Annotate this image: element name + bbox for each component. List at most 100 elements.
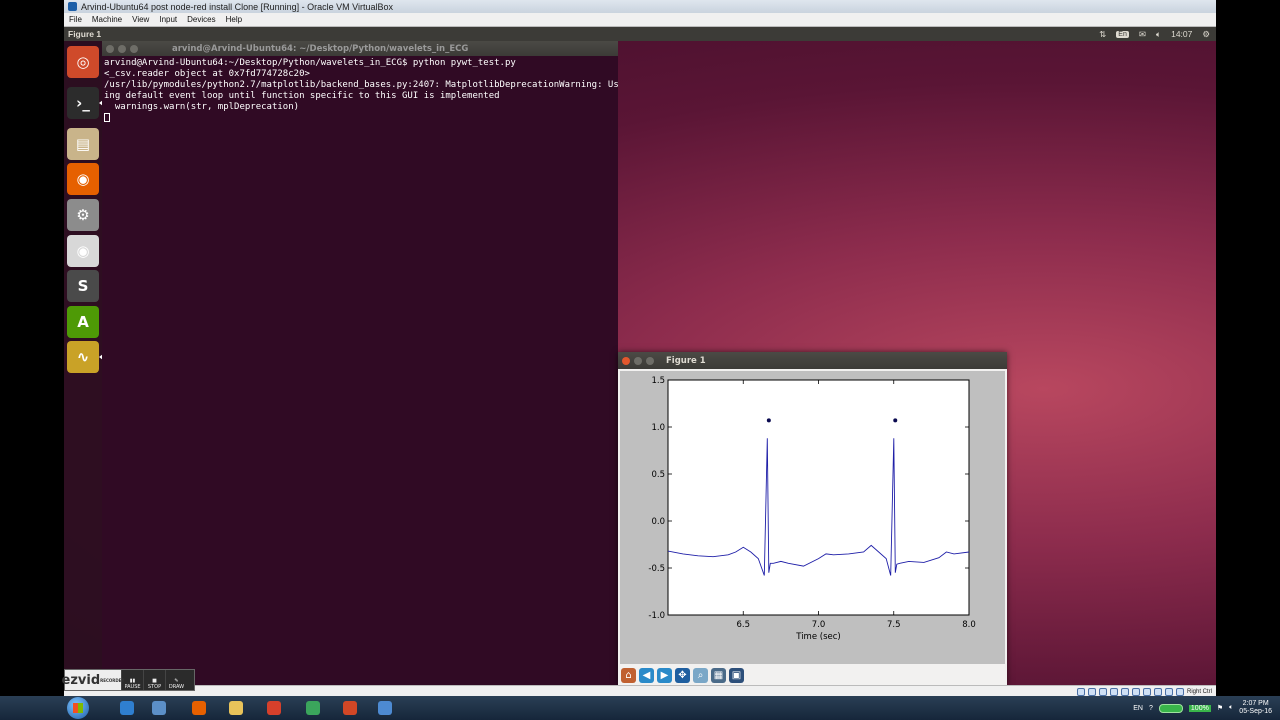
pan-icon[interactable]: ✥ [675, 667, 690, 683]
menu-file[interactable]: File [64, 15, 87, 24]
optical-status-icon[interactable] [1087, 687, 1096, 696]
dvd-icon[interactable]: ◉ [67, 235, 99, 267]
close-icon[interactable] [106, 44, 114, 53]
y-tick-label: 0.0 [651, 517, 665, 527]
minimize-icon[interactable] [118, 44, 126, 53]
terminal-line: /usr/lib/pymodules/python2.7/matplotlib/… [104, 80, 619, 90]
vlc-icon[interactable] [260, 698, 288, 718]
usb-status-icon[interactable] [1120, 687, 1129, 696]
hdd-status-icon[interactable] [1076, 687, 1085, 696]
ezvid-draw-button[interactable]: ✎ DRAW [165, 670, 187, 690]
minimize-icon[interactable] [634, 356, 642, 365]
windows-logo-icon [73, 703, 83, 713]
software-updater-icon[interactable]: A [67, 306, 99, 338]
y-tick-label: -1.0 [648, 611, 665, 621]
capture-status-icon[interactable] [1153, 687, 1162, 696]
menu-input[interactable]: Input [154, 15, 182, 24]
terminal-line: <_csv.reader object at 0x7fd774728c20> [104, 69, 310, 79]
terminal-line: ing default event loop until function sp… [104, 91, 500, 101]
ezvid-pause-button[interactable]: ▮▮ PAUSE [121, 670, 143, 690]
volume-icon[interactable]: 🔈︎ [1229, 704, 1233, 712]
system-tray: EN ? 100% ⚑ 🔈︎ 2:07 PM 05-Sep-16 [1133, 696, 1280, 720]
mail-indicator-icon[interactable]: ✉ [1139, 29, 1146, 40]
sublime-text-icon[interactable]: S [67, 270, 99, 302]
firefox-taskbar-icon[interactable] [185, 698, 213, 718]
menu-view[interactable]: View [127, 15, 154, 24]
powerpoint-glyph [343, 701, 357, 715]
explorer-icon[interactable] [222, 698, 250, 718]
ie-icon[interactable] [113, 698, 141, 718]
volume-indicator-icon[interactable]: 🔈︎ [1156, 29, 1161, 40]
clock-indicator[interactable]: 14:07 [1171, 29, 1192, 39]
save-icon[interactable]: ▣ [729, 667, 744, 683]
panel-indicators: ⇅ En ✉ 🔈︎ 14:07 ⚙ [1099, 27, 1216, 41]
vbox-titlebar[interactable]: Arvind-Ubuntu64 post node-red install Cl… [64, 0, 1216, 13]
cpu-status-icon[interactable] [1164, 687, 1173, 696]
network-indicator-icon[interactable]: ⇅ [1099, 29, 1106, 40]
maximize-icon[interactable] [130, 44, 138, 53]
y-tick-label: 1.5 [651, 376, 665, 386]
navigation-toolbar: ⌂ ◀ ▶ ✥ ⌕ ▦ ▣ [618, 665, 1007, 685]
terminal-icon[interactable]: ›_ [67, 87, 99, 119]
session-gear-icon[interactable]: ⚙ [1202, 29, 1210, 40]
taskbar-clock[interactable]: 2:07 PM 05-Sep-16 [1239, 700, 1272, 716]
close-icon[interactable] [622, 356, 630, 365]
dash-icon[interactable]: ◎ [67, 46, 99, 78]
battery-percent[interactable]: 100% [1188, 704, 1211, 712]
firefox-taskbar-glyph [192, 701, 206, 715]
x-tick-label: 7.0 [812, 620, 826, 630]
r-peak-marker [893, 418, 898, 423]
help-icon[interactable]: ? [1149, 705, 1153, 712]
terminal-titlebar[interactable]: arvind@Arvind-Ubuntu64: ~/Desktop/Python… [102, 41, 618, 56]
system-settings-icon[interactable]: ⚙ [67, 199, 99, 231]
subplots-icon[interactable]: ▦ [711, 667, 726, 683]
home-icon[interactable]: ⌂ [621, 667, 636, 683]
ubuntu-top-panel: Figure 1 ⇅ En ✉ 🔈︎ 14:07 ⚙ [64, 27, 1216, 41]
virtualbox-app-icon [68, 2, 77, 11]
chrome-icon[interactable] [299, 698, 327, 718]
mouse-status-icon[interactable] [1175, 687, 1184, 696]
network-icon[interactable] [145, 698, 173, 718]
figure-window[interactable]: Figure 1 1.5 1.0 0.5 0.0 -0.5 -1.0 6.5 7.0 7.5 8.… [618, 352, 1007, 685]
shared-folder-status-icon[interactable] [1131, 687, 1140, 696]
screen: Arvind-Ubuntu64 post node-red install Cl… [0, 0, 1280, 720]
clock-time: 2:07 PM [1242, 700, 1269, 707]
menu-devices[interactable]: Devices [182, 15, 220, 24]
oscilloscope-icon[interactable]: ∿ [67, 341, 99, 373]
zoom-icon[interactable]: ⌕ [693, 667, 708, 683]
plot-axes[interactable] [667, 379, 970, 616]
explorer-glyph [229, 701, 243, 715]
active-window-title: Figure 1 [68, 29, 102, 39]
flag-icon[interactable]: ⚑ [1217, 704, 1223, 712]
audio-status-icon[interactable] [1098, 687, 1107, 696]
vlc-glyph [267, 701, 281, 715]
figure-canvas[interactable]: 1.5 1.0 0.5 0.0 -0.5 -1.0 6.5 7.0 7.5 8.0 Time (se… [620, 371, 1005, 664]
host-key-label: Right Ctrl [1186, 688, 1212, 695]
ezvid-recorder[interactable]: ezvid RECORDER ▮▮ PAUSE ■ STOP ✎ DRAW [62, 669, 195, 691]
terminal-output[interactable]: arvind@Arvind-Ubuntu64:~/Desktop/Python/… [102, 56, 619, 124]
vbox-window-title: Arvind-Ubuntu64 post node-red install Cl… [81, 1, 393, 12]
maximize-icon[interactable] [646, 356, 654, 365]
x-tick-label: 6.5 [736, 620, 750, 630]
language-indicator[interactable]: EN [1133, 705, 1143, 712]
virtualbox-icon[interactable] [371, 698, 399, 718]
menu-machine[interactable]: Machine [87, 15, 127, 24]
start-button[interactable] [67, 697, 89, 719]
display-status-icon[interactable] [1142, 687, 1151, 696]
firefox-icon[interactable]: ◉ [67, 163, 99, 195]
y-tick-label: 0.5 [651, 470, 665, 480]
vbox-statusbar: Right Ctrl [64, 685, 1216, 696]
ecg-plot[interactable]: 1.5 1.0 0.5 0.0 -0.5 -1.0 6.5 7.0 7.5 8.0 Time (se… [620, 371, 1005, 664]
network-status-icon[interactable] [1109, 687, 1118, 696]
back-icon[interactable]: ◀ [639, 667, 654, 683]
terminal-window[interactable]: arvind@Arvind-Ubuntu64: ~/Desktop/Python… [102, 41, 619, 685]
powerpoint-icon[interactable] [336, 698, 364, 718]
figure-titlebar[interactable]: Figure 1 [618, 352, 1007, 369]
ezvid-stop-button[interactable]: ■ STOP [143, 670, 165, 690]
forward-icon[interactable]: ▶ [657, 667, 672, 683]
x-tick-label: 8.0 [962, 620, 976, 630]
battery-icon[interactable] [1158, 703, 1183, 713]
files-icon[interactable]: ▤ [67, 128, 99, 160]
keyboard-indicator[interactable]: En [1116, 30, 1129, 38]
menu-help[interactable]: Help [221, 15, 247, 24]
